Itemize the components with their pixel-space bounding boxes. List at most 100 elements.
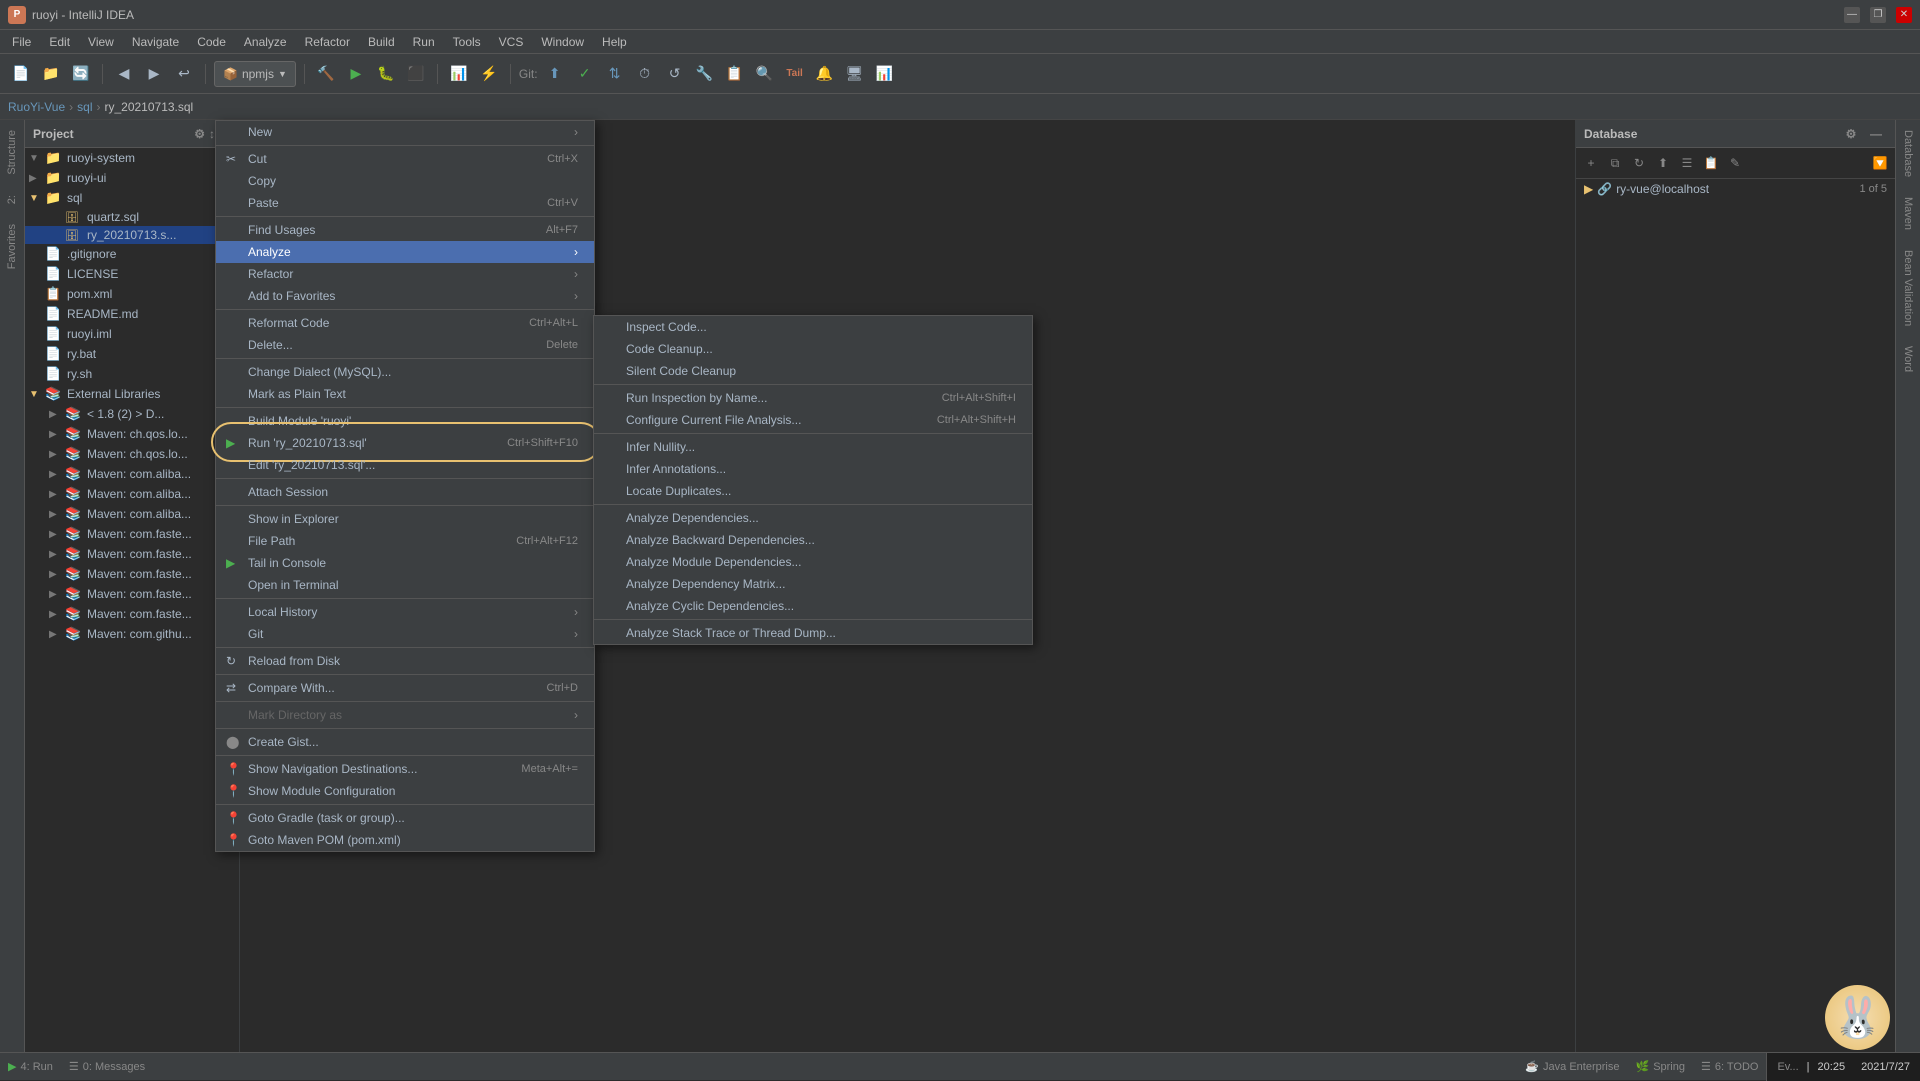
menu-item-reload[interactable]: ↻ Reload from Disk (216, 650, 594, 672)
tree-item-maven-6[interactable]: ▶ 📚 Maven: com.faste... (25, 524, 239, 544)
tree-item-maven-11[interactable]: ▶ 📚 Maven: com.githu... (25, 624, 239, 644)
menu-item-paste[interactable]: Paste Ctrl+V (216, 192, 594, 214)
menu-item-new[interactable]: New › (216, 121, 594, 143)
tree-item-maven-9[interactable]: ▶ 📚 Maven: com.faste... (25, 584, 239, 604)
db-minimize-btn[interactable]: — (1865, 123, 1887, 145)
breadcrumb-file[interactable]: ry_20210713.sql (104, 100, 193, 114)
sub-infer-annotations[interactable]: Infer Annotations... (594, 458, 1032, 480)
menu-analyze[interactable]: Analyze (236, 33, 295, 51)
menu-item-edit-sql[interactable]: Edit 'ry_20210713.sql'... (216, 454, 594, 476)
sub-analyze-dep-matrix[interactable]: Analyze Dependency Matrix... (594, 573, 1032, 595)
tree-item-ruoyi-ui[interactable]: ▶ 📁 ruoyi-ui (25, 168, 239, 188)
menu-item-create-gist[interactable]: ⬤ Create Gist... (216, 731, 594, 753)
menu-item-add-favorites[interactable]: Add to Favorites › (216, 285, 594, 307)
menu-item-analyze[interactable]: Analyze › (216, 241, 594, 263)
forward-button[interactable]: ▶ (141, 61, 167, 87)
menu-build[interactable]: Build (360, 33, 403, 51)
sub-configure-analysis[interactable]: Configure Current File Analysis... Ctrl+… (594, 409, 1032, 431)
breadcrumb-root[interactable]: RuoYi-Vue (8, 100, 65, 114)
menu-item-mark-plain[interactable]: Mark as Plain Text (216, 383, 594, 405)
profile-button[interactable]: ⚡ (476, 61, 502, 87)
menu-item-change-dialect[interactable]: Change Dialect (MySQL)... (216, 361, 594, 383)
spring-status[interactable]: 🌿 Spring (1627, 1058, 1693, 1075)
search-button[interactable]: 🔍 (752, 61, 778, 87)
menu-item-file-path[interactable]: File Path Ctrl+Alt+F12 (216, 530, 594, 552)
tree-item-maven-1[interactable]: ▶ 📚 Maven: ch.qos.lo... (25, 424, 239, 444)
menu-code[interactable]: Code (189, 33, 234, 51)
notifications-button[interactable]: 🔔 (812, 61, 838, 87)
db-filter-btn[interactable]: 🔽 (1869, 152, 1891, 174)
tree-item-gitignore[interactable]: 📄 .gitignore (25, 244, 239, 264)
db-edit-btn[interactable]: ✎ (1724, 152, 1746, 174)
menu-item-delete[interactable]: Delete... Delete (216, 334, 594, 356)
back-button[interactable]: ◀ (111, 61, 137, 87)
event-log[interactable]: Ev... (1777, 1061, 1798, 1073)
db-connection-item[interactable]: ▶ 🔗 ry-vue@localhost 1 of 5 (1576, 179, 1895, 199)
structure-tab[interactable]: Structure (1, 120, 23, 185)
menu-item-goto-gradle[interactable]: 📍 Goto Gradle (task or group)... (216, 807, 594, 829)
tree-item-external-libs[interactable]: ▼ 📚 External Libraries (25, 384, 239, 404)
vcs-log-button[interactable]: 📋 (722, 61, 748, 87)
menu-item-goto-maven[interactable]: 📍 Goto Maven POM (pom.xml) (216, 829, 594, 851)
menu-item-git[interactable]: Git › (216, 623, 594, 645)
tab-2[interactable]: 2: (1, 185, 23, 214)
undo-button[interactable]: ↩ (171, 61, 197, 87)
sync-button[interactable]: 🔄 (68, 61, 94, 87)
project-dropdown[interactable]: 📦 npmjs ▼ (214, 61, 296, 87)
sub-infer-nullity[interactable]: Infer Nullity... (594, 436, 1032, 458)
restore-button[interactable]: ❐ (1870, 7, 1886, 23)
messages-tab[interactable]: ☰ 0: Messages (61, 1058, 153, 1075)
git-settings-button[interactable]: 🔧 (692, 61, 718, 87)
close-button[interactable]: ✕ (1896, 7, 1912, 23)
tree-item-ry-sh[interactable]: 📄 ry.sh (25, 364, 239, 384)
menu-item-find-usages[interactable]: Find Usages Alt+F7 (216, 219, 594, 241)
db-add-btn[interactable]: + (1580, 152, 1602, 174)
menu-item-cut[interactable]: ✂ Cut Ctrl+X (216, 148, 594, 170)
git-history-button[interactable]: ⏱ (632, 61, 658, 87)
tree-item-ry-sql[interactable]: 🗄 ry_20210713.s... (25, 226, 239, 244)
java-enterprise-status[interactable]: ☕ Java Enterprise (1517, 1058, 1627, 1075)
tree-item-quartz[interactable]: 🗄 quartz.sql (25, 208, 239, 226)
sub-analyze-stack[interactable]: Analyze Stack Trace or Thread Dump... (594, 622, 1032, 644)
tree-item-pom[interactable]: 📋 pom.xml (25, 284, 239, 304)
menu-help[interactable]: Help (594, 33, 635, 51)
db-refresh-btn[interactable]: ↻ (1628, 152, 1650, 174)
menu-edit[interactable]: Edit (41, 33, 78, 51)
tree-item-ruoyi-system[interactable]: ▼ 📁 ruoyi-system (25, 148, 239, 168)
extra-btn-1[interactable]: 🖥 (842, 61, 868, 87)
db-settings-btn[interactable]: ⚙ (1840, 123, 1862, 145)
db-table-btn[interactable]: 📋 (1700, 152, 1722, 174)
sub-inspect-code[interactable]: Inspect Code... (594, 316, 1032, 338)
coverage-button[interactable]: 📊 (446, 61, 472, 87)
todo-status[interactable]: ☰ 6: TODO (1693, 1058, 1766, 1075)
extra-btn-2[interactable]: 📊 (872, 61, 898, 87)
tree-item-ry-bat[interactable]: 📄 ry.bat (25, 344, 239, 364)
sub-locate-duplicates[interactable]: Locate Duplicates... (594, 480, 1032, 502)
stop-button[interactable]: ⬛ (403, 61, 429, 87)
menu-item-refactor[interactable]: Refactor › (216, 263, 594, 285)
bean-validation-tab[interactable]: Bean Validation (1897, 240, 1919, 336)
tree-item-maven-5[interactable]: ▶ 📚 Maven: com.aliba... (25, 504, 239, 524)
git-push-button[interactable]: ⇅ (602, 61, 628, 87)
tree-item-maven-3[interactable]: ▶ 📚 Maven: com.aliba... (25, 464, 239, 484)
maven-side-tab[interactable]: Maven (1897, 187, 1919, 240)
run-tab[interactable]: ▶ 4: Run (0, 1058, 61, 1075)
sub-code-cleanup[interactable]: Code Cleanup... (594, 338, 1032, 360)
minimize-button[interactable]: — (1844, 7, 1860, 23)
menu-view[interactable]: View (80, 33, 122, 51)
menu-item-show-explorer[interactable]: Show in Explorer (216, 508, 594, 530)
favorites-tab[interactable]: Favorites (1, 214, 23, 279)
tail-button[interactable]: Tail (782, 61, 808, 87)
git-pull-button[interactable]: ✓ (572, 61, 598, 87)
menu-vcs[interactable]: VCS (491, 33, 532, 51)
tree-item-maven-2[interactable]: ▶ 📚 Maven: ch.qos.lo... (25, 444, 239, 464)
db-layout-btn[interactable]: ☰ (1676, 152, 1698, 174)
tree-item-license[interactable]: 📄 LICENSE (25, 264, 239, 284)
new-file-button[interactable]: 📄 (8, 61, 34, 87)
word-side-tab[interactable]: Word (1897, 336, 1919, 382)
git-revert-button[interactable]: ↺ (662, 61, 688, 87)
menu-item-open-terminal[interactable]: Open in Terminal (216, 574, 594, 596)
panel-settings-icon[interactable]: ⚙ (194, 127, 205, 141)
open-button[interactable]: 📁 (38, 61, 64, 87)
tree-item-maven-10[interactable]: ▶ 📚 Maven: com.faste... (25, 604, 239, 624)
